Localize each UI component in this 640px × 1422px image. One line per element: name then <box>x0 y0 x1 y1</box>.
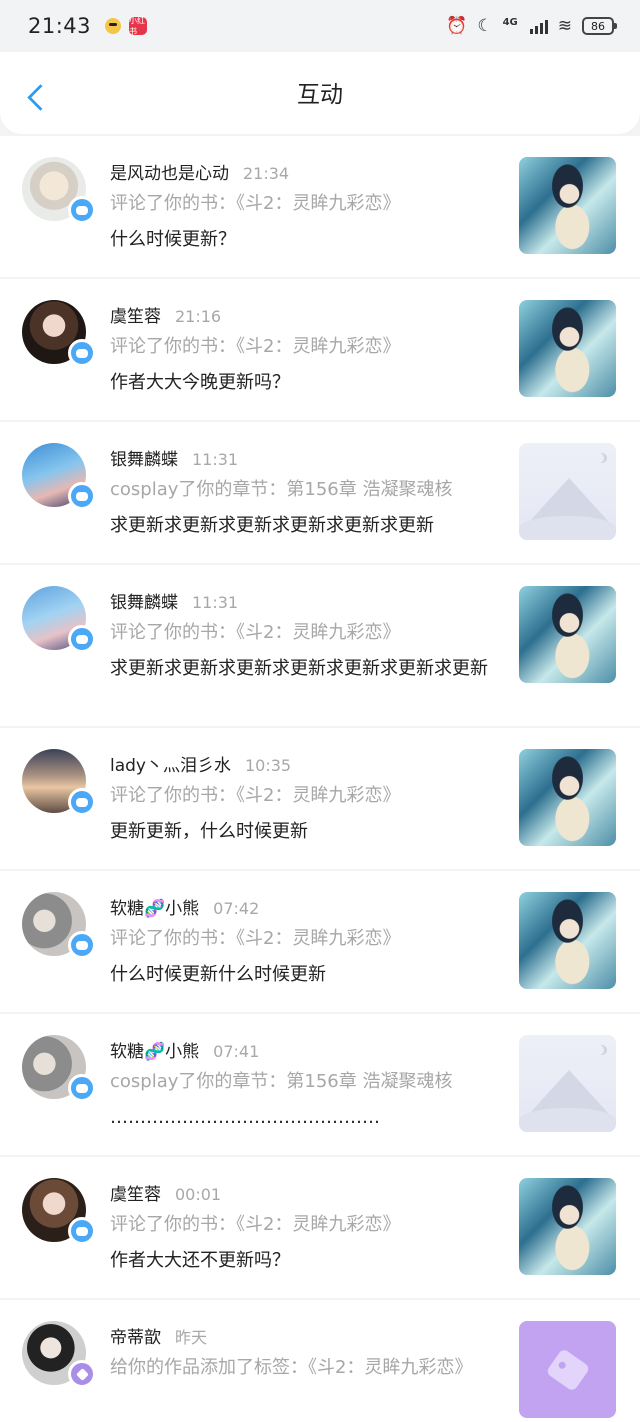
tag-icon <box>68 1360 96 1388</box>
comment-text: 求更新求更新求更新求更新求更新求更新求更新 <box>110 658 488 679</box>
list-item[interactable]: 软糖🧬小熊 07:42 评论了你的书：《斗2：灵眸九彩恋》 什么时候更新什么时候更… <box>0 871 640 1012</box>
list-item[interactable]: 是风动也是心动 21:34 评论了你的书：《斗2：灵眸九彩恋》 什么时候更新？ <box>0 136 640 277</box>
list-item[interactable]: lady丶灬泪彡水 10:35 评论了你的书：《斗2：灵眸九彩恋》 更新更新，什么… <box>0 728 640 869</box>
action-text: cosplay了你的章节：第156章 浩凝聚魂核 <box>110 1071 453 1092</box>
timestamp: 21:34 <box>243 164 290 183</box>
action-text: 评论了你的书：《斗2：灵眸九彩恋》 <box>110 928 401 949</box>
timestamp: 11:31 <box>192 593 239 612</box>
user-name[interactable]: 虞笙蓉 <box>110 302 161 327</box>
signal-icon <box>529 18 548 34</box>
comment-icon <box>68 1217 96 1245</box>
action-text: cosplay了你的章节：第156章 浩凝聚魂核 <box>110 479 453 500</box>
timestamp: 11:31 <box>192 450 239 469</box>
list-item[interactable]: 软糖🧬小熊 07:41 cosplay了你的章节：第156章 浩凝聚魂核 …………… <box>0 1014 640 1155</box>
status-bar: 21:43 小红书 ⏰ ☾ 4G ≋ 86 <box>0 0 640 52</box>
action-text: 评论了你的书：《斗2：灵眸九彩恋》 <box>110 336 401 357</box>
tag-thumbnail[interactable] <box>519 1321 616 1418</box>
comment-icon <box>68 788 96 816</box>
xiaohongshu-app-icon: 小红书 <box>129 16 148 36</box>
user-name[interactable]: 软糖🧬小熊 <box>110 894 199 919</box>
chapter-placeholder-thumbnail[interactable] <box>519 443 616 540</box>
book-cover-thumbnail[interactable] <box>519 892 616 989</box>
comment-text: 作者大大还不更新吗？ <box>110 1250 290 1271</box>
moon-icon <box>594 1045 604 1055</box>
timestamp: 07:41 <box>213 1042 260 1061</box>
action-text: 评论了你的书：《斗2：灵眸九彩恋》 <box>110 193 401 214</box>
list-item[interactable]: 银舞麟蝶 11:31 cosplay了你的章节：第156章 浩凝聚魂核 求更新求更… <box>0 422 640 563</box>
tag-icon <box>544 1347 591 1392</box>
book-cover-thumbnail[interactable] <box>519 300 616 397</box>
comment-text: 更新更新，什么时候更新 <box>110 821 308 842</box>
moon-icon: ☾ <box>477 15 493 36</box>
interaction-list: 是风动也是心动 21:34 评论了你的书：《斗2：灵眸九彩恋》 什么时候更新？ 虞… <box>0 136 640 1422</box>
user-name[interactable]: 是风动也是心动 <box>110 159 229 184</box>
comment-text: 什么时候更新？ <box>110 229 236 250</box>
list-item[interactable]: 虞笙蓉 21:16 评论了你的书：《斗2：灵眸九彩恋》 作者大大今晚更新吗？ <box>0 279 640 420</box>
comment-text: 作者大大今晚更新吗？ <box>110 372 290 393</box>
list-item[interactable]: 银舞麟蝶 11:31 评论了你的书：《斗2：灵眸九彩恋》 求更新求更新求更新求更新… <box>0 565 640 726</box>
status-time: 21:43 <box>28 14 92 38</box>
action-text: 评论了你的书：《斗2：灵眸九彩恋》 <box>110 622 401 643</box>
comment-icon <box>68 196 96 224</box>
action-text: 评论了你的书：《斗2：灵眸九彩恋》 <box>110 785 401 806</box>
back-button[interactable] <box>22 82 48 116</box>
user-name[interactable]: 帝蒂歆 <box>110 1323 161 1348</box>
comment-text: 什么时候更新什么时候更新 <box>110 964 326 985</box>
comment-text: 求更新求更新求更新求更新求更新求更新 <box>110 515 434 536</box>
alarm-icon: ⏰ <box>446 15 468 36</box>
comment-icon <box>68 339 96 367</box>
moon-icon <box>594 453 604 463</box>
action-text: 评论了你的书：《斗2：灵眸九彩恋》 <box>110 1214 401 1235</box>
user-name[interactable]: lady丶灬泪彡水 <box>110 751 231 776</box>
comment-icon <box>68 931 96 959</box>
user-name[interactable]: 虞笙蓉 <box>110 1180 161 1205</box>
book-cover-thumbnail[interactable] <box>519 749 616 846</box>
list-item[interactable]: 帝蒂歆 昨天 给你的作品添加了标签：《斗2：灵眸九彩恋》 <box>0 1300 640 1422</box>
book-cover-thumbnail[interactable] <box>519 157 616 254</box>
timestamp: 07:42 <box>213 899 260 918</box>
comment-icon <box>68 625 96 653</box>
list-item[interactable]: 虞笙蓉 00:01 评论了你的书：《斗2：灵眸九彩恋》 作者大大还不更新吗？ <box>0 1157 640 1298</box>
comment-icon <box>68 1074 96 1102</box>
user-name[interactable]: 软糖🧬小熊 <box>110 1037 199 1062</box>
wifi-icon: ≋ <box>557 15 572 36</box>
battery-icon: 86 <box>582 17 617 35</box>
book-cover-thumbnail[interactable] <box>519 1178 616 1275</box>
timestamp: 昨天 <box>175 1328 208 1347</box>
chapter-placeholder-thumbnail[interactable] <box>519 1035 616 1132</box>
user-name[interactable]: 银舞麟蝶 <box>110 588 178 613</box>
action-text: 给你的作品添加了标签：《斗2：灵眸九彩恋》 <box>110 1357 473 1378</box>
notification-app-icon <box>105 18 122 34</box>
user-name[interactable]: 银舞麟蝶 <box>110 445 178 470</box>
network-type-label: 4G <box>502 17 518 28</box>
comment-text: ……………………………………… <box>110 1107 380 1128</box>
timestamp: 10:35 <box>245 756 292 775</box>
comment-icon <box>68 482 96 510</box>
page-header: 互动 <box>0 52 640 134</box>
timestamp: 21:16 <box>175 307 222 326</box>
timestamp: 00:01 <box>175 1185 222 1204</box>
page-title: 互动 <box>297 82 343 108</box>
book-cover-thumbnail[interactable] <box>519 586 616 683</box>
